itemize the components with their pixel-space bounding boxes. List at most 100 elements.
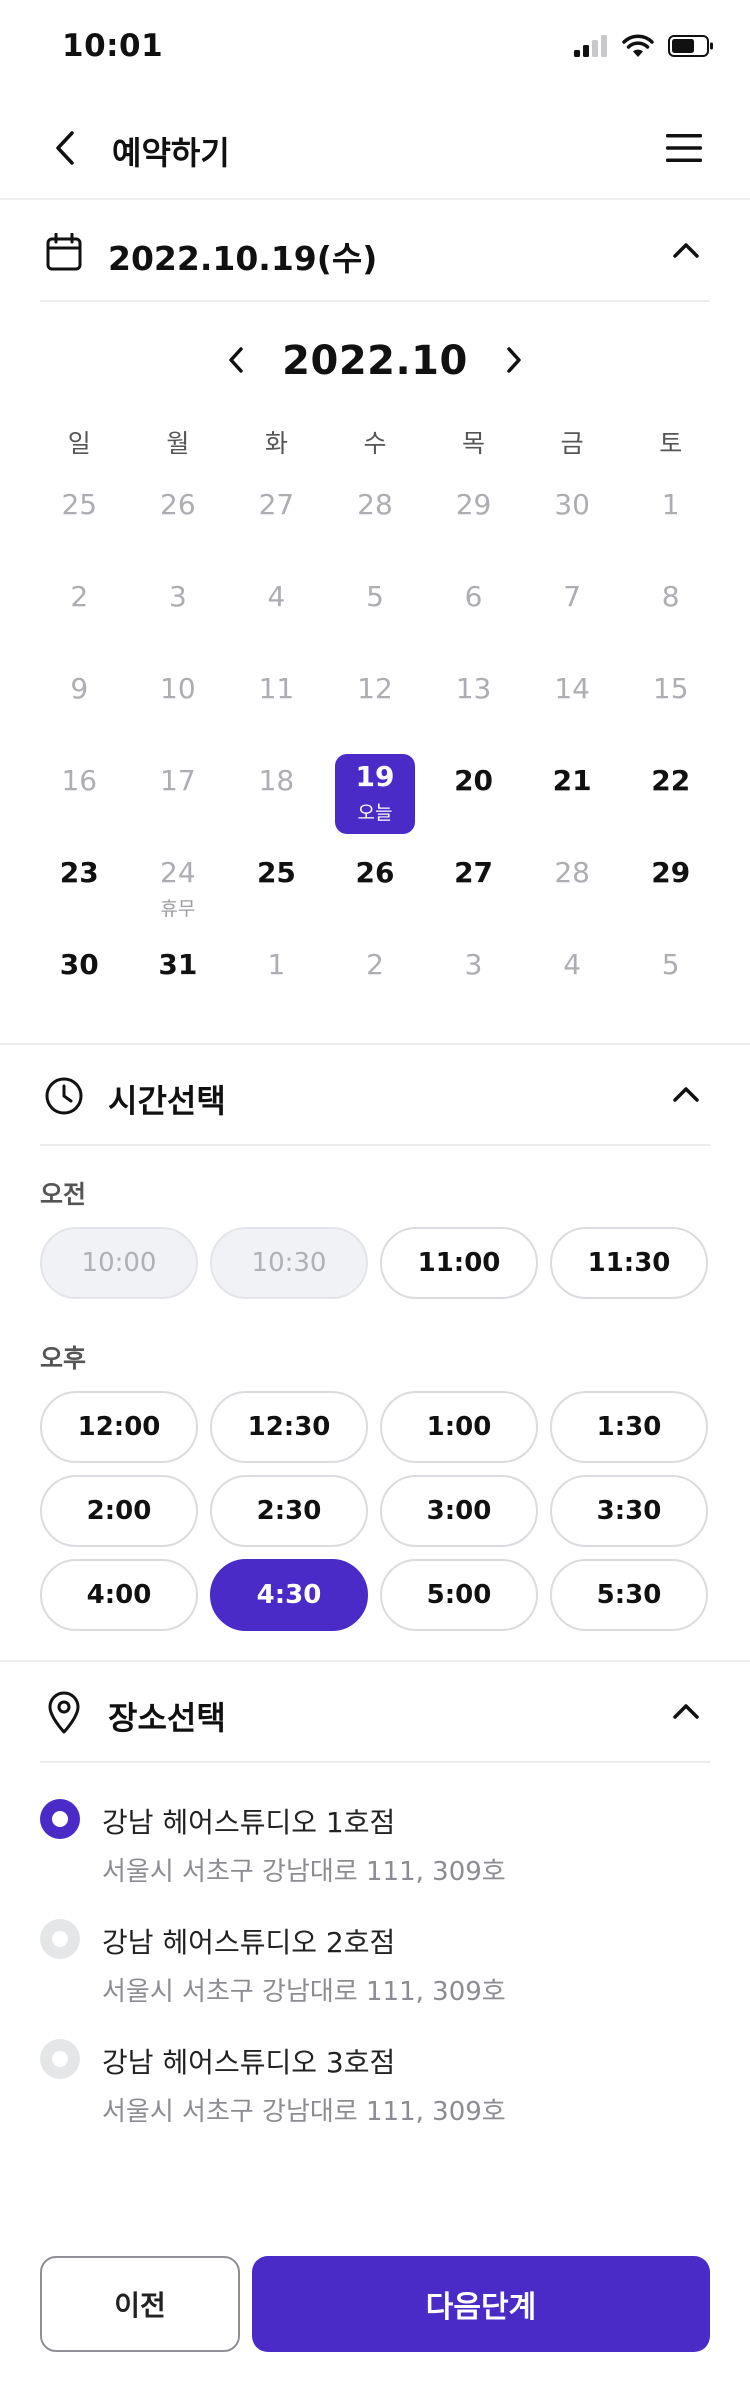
- time-slot-button[interactable]: 4:00: [40, 1559, 198, 1631]
- day-number: 3: [168, 580, 187, 613]
- status-icons: [574, 34, 714, 62]
- calendar-day[interactable]: 25: [227, 846, 326, 938]
- time-section-header[interactable]: 시간선택: [40, 1046, 710, 1146]
- location-name: 강남 헤어스튜디오 1호점: [102, 1806, 396, 1839]
- calendar-day: 16: [30, 754, 129, 846]
- pm-time-slots-row: 12:00 12:30 1:00 1:30: [40, 1391, 710, 1463]
- wifi-icon: [622, 34, 654, 62]
- calendar-day[interactable]: 21: [523, 754, 622, 846]
- calendar-day: 7: [523, 570, 622, 662]
- calendar-day[interactable]: 27: [424, 846, 523, 938]
- time-slot-button[interactable]: 11:30: [550, 1227, 708, 1299]
- location-collapse-toggle[interactable]: [662, 1689, 710, 1737]
- back-button[interactable]: [38, 122, 94, 178]
- location-radio[interactable]: [40, 1919, 80, 1959]
- location-section-header[interactable]: 장소선택: [40, 1663, 710, 1763]
- time-slot-button[interactable]: 12:30: [210, 1391, 368, 1463]
- day-number: 26: [355, 856, 395, 889]
- calendar-day[interactable]: 29: [621, 846, 720, 938]
- day-number: 6: [464, 580, 483, 613]
- location-radio[interactable]: [40, 1799, 80, 1839]
- day-number: 28: [554, 856, 590, 889]
- calendar-day: 27: [227, 478, 326, 570]
- calendar-day-today[interactable]: 19 오늘: [326, 754, 425, 846]
- location-radio[interactable]: [40, 2039, 80, 2079]
- menu-button[interactable]: [656, 122, 712, 178]
- day-number: 23: [59, 856, 99, 889]
- calendar-day: 5: [621, 938, 720, 1030]
- day-number: 8: [661, 580, 680, 613]
- day-number: 14: [554, 672, 590, 705]
- location-option[interactable]: 강남 헤어스튜디오 3호점 서울시 서초구 강남대로 111, 309호: [40, 2035, 710, 2145]
- day-number: 7: [563, 580, 582, 613]
- calendar-day[interactable]: 23: [30, 846, 129, 938]
- calendar-day[interactable]: 31: [129, 938, 228, 1030]
- date-collapse-toggle[interactable]: [662, 228, 710, 276]
- location-name: 강남 헤어스튜디오 2호점: [102, 1926, 396, 1959]
- time-slot-button[interactable]: 12:00: [40, 1391, 198, 1463]
- day-number: 28: [357, 488, 393, 521]
- weekday-label: 금: [560, 429, 584, 458]
- hamburger-menu-icon: [664, 132, 704, 168]
- weekday-label: 월: [166, 429, 190, 458]
- calendar-day: 3: [424, 938, 523, 1030]
- chevron-right-icon: [502, 345, 526, 379]
- next-step-button[interactable]: 다음단계: [252, 2256, 710, 2352]
- clock-icon: [40, 1072, 88, 1120]
- day-number: 19: [355, 760, 395, 793]
- day-number: 1: [661, 488, 680, 521]
- time-slot-button[interactable]: 5:30: [550, 1559, 708, 1631]
- calendar-day[interactable]: 30: [30, 938, 129, 1030]
- date-section-header[interactable]: 2022.10.19(수): [40, 202, 710, 302]
- day-number: 5: [366, 580, 384, 613]
- weekday-label: 일: [67, 429, 91, 458]
- calendar-day[interactable]: 26: [326, 846, 425, 938]
- map-pin-icon: [40, 1689, 88, 1737]
- month-navigation: 2022.10: [0, 330, 750, 400]
- calendar-day: 17: [129, 754, 228, 846]
- next-month-button[interactable]: [488, 336, 540, 388]
- day-number: 9: [70, 672, 89, 705]
- day-number: 29: [455, 488, 492, 521]
- calendar-day: 2: [30, 570, 129, 662]
- app-header: 예약하기: [0, 100, 750, 200]
- day-number: 13: [455, 672, 492, 705]
- calendar-day[interactable]: 20: [424, 754, 523, 846]
- previous-button[interactable]: 이전: [40, 2256, 240, 2352]
- calendar-day: 1: [227, 938, 326, 1030]
- weekday-header: 일월화수목금토: [30, 424, 720, 460]
- weekday-label: 목: [462, 429, 486, 458]
- calendar-day: 8: [621, 570, 720, 662]
- time-collapse-toggle[interactable]: [662, 1072, 710, 1120]
- status-bar: 10:01: [0, 0, 750, 96]
- calendar-day: 28: [326, 478, 425, 570]
- calendar-day: 11: [227, 662, 326, 754]
- calendar-day: 1: [621, 478, 720, 570]
- calendar-day: 9: [30, 662, 129, 754]
- location-address: 서울시 서초구 강남대로 111, 309호: [102, 1857, 506, 1887]
- time-slot-button[interactable]: 3:00: [380, 1475, 538, 1547]
- location-address: 서울시 서초구 강남대로 111, 309호: [102, 2097, 506, 2127]
- weekday-label: 수: [363, 429, 387, 458]
- time-slot-button[interactable]: 1:00: [380, 1391, 538, 1463]
- day-note: 휴무: [160, 898, 196, 920]
- day-number: 25: [61, 488, 98, 521]
- calendar-day[interactable]: 22: [621, 754, 720, 846]
- day-number: 10: [160, 672, 196, 705]
- time-slot-button[interactable]: 11:00: [380, 1227, 538, 1299]
- time-slot-button[interactable]: 3:30: [550, 1475, 708, 1547]
- signal-icon: [574, 35, 608, 61]
- radio-dot: [52, 1811, 68, 1827]
- calendar-day: 25: [30, 478, 129, 570]
- section-divider: [0, 1043, 750, 1045]
- time-slot-button[interactable]: 1:30: [550, 1391, 708, 1463]
- calendar-day: 18: [227, 754, 326, 846]
- day-number: 27: [258, 488, 295, 521]
- location-option[interactable]: 강남 헤어스튜디오 1호점서울시 서초구 강남대로 111, 309호: [40, 1795, 710, 1905]
- location-option[interactable]: 강남 헤어스튜디오 2호점 서울시 서초구 강남대로 111, 309호: [40, 1915, 710, 2025]
- day-number: 3: [464, 948, 483, 981]
- time-slot-button[interactable]: 5:00: [380, 1559, 538, 1631]
- time-slot-button[interactable]: 2:30: [210, 1475, 368, 1547]
- time-slot-button[interactable]: 2:00: [40, 1475, 198, 1547]
- time-slot-button[interactable]: 4:30: [210, 1559, 368, 1631]
